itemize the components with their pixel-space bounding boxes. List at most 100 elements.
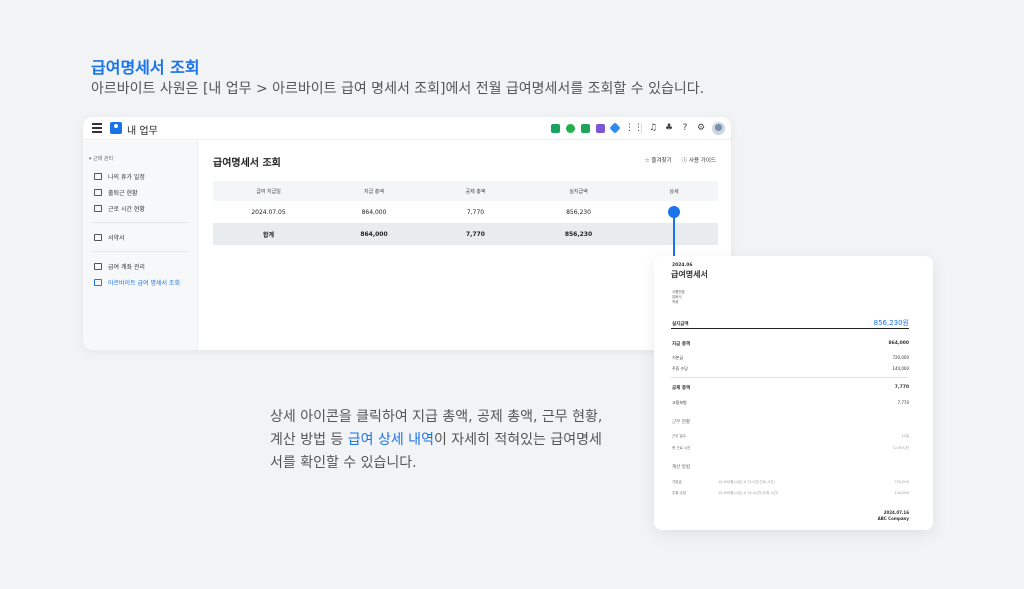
bankbook-icon: [94, 262, 102, 270]
apps-grid-icon[interactable]: ⋮⋮: [625, 123, 643, 133]
header-pay-date: 급여 지급일: [256, 188, 281, 195]
sidebar-item-salary-account[interactable]: 급여 계좌 관리: [83, 258, 197, 274]
gross-amount: 864,000: [888, 341, 910, 346]
header-gross: 지급 총액: [364, 188, 384, 195]
deduction-item-value: 7,770: [897, 400, 909, 405]
mail-icon[interactable]: [581, 123, 590, 133]
description-text-part: 이 자세히 적혀있는 급여명세: [433, 432, 602, 448]
menu-icon[interactable]: [92, 123, 102, 133]
gross-item: 주휴 수당 144,000: [672, 366, 909, 372]
table-row: 2024.07.05 864,000 7,770 856,230: [213, 201, 718, 223]
description-text-part: 계산 방법 등: [270, 432, 348, 448]
avatar[interactable]: [712, 121, 725, 135]
description-line: 서를 확인할 수 있습니다.: [270, 455, 417, 471]
gross-item-label: 주휴 수당: [672, 366, 688, 371]
calc-item: 기본급 10,000원(시급) X 72시간(근로 시간) 720,000: [672, 480, 909, 485]
guide-label: 사용 가이드: [688, 158, 716, 164]
monitor-icon: [94, 204, 102, 212]
sidebar-item-label: 출퇴근 현황: [108, 189, 138, 197]
slip-divider: [671, 328, 909, 329]
header-deduction: 공제 총액: [465, 188, 486, 195]
sidebar-divider: [92, 251, 188, 252]
description-line: 계산 방법 등 급여 상세 내역이 자세히 적혀있는 급여명세: [270, 429, 630, 452]
my-work-logo-icon: [110, 122, 122, 134]
gross-item-value: 144,000: [892, 366, 909, 371]
sidebar-item-label: 아르바이트 급여 명세서 조회: [108, 279, 180, 287]
summary-net: 856,230: [564, 230, 593, 238]
summary-label: 합계: [262, 231, 275, 239]
sidebar-item-vacation[interactable]: 나의 휴가 일정: [83, 168, 197, 184]
sidebar-item-label: 나의 휴가 일정: [108, 173, 145, 181]
net-label: 실지급액: [672, 322, 689, 327]
slip-period: 2024.06: [672, 263, 693, 268]
calc-item-value: 720,000: [894, 480, 909, 484]
notification-bell-icon[interactable]: ♫: [648, 123, 658, 133]
page-actions: ☆ 즐겨찾기 ⓘ 사용 가이드: [645, 156, 716, 164]
header-detail: 상세: [669, 188, 679, 195]
help-icon[interactable]: ?: [680, 123, 690, 133]
sidebar-item-label: 근로 시간 현황: [108, 205, 145, 213]
payslip-table: 급여 지급일 지급 총액 공제 총액 실지급액 상세 2024.07.05 86…: [213, 181, 718, 245]
calendar-app-icon[interactable]: [596, 123, 605, 133]
work-item-value: 72.00시간: [892, 446, 909, 450]
favorite-label: 즐겨찾기: [651, 158, 672, 164]
briefcase-icon: [94, 188, 102, 196]
gross-row: 지급 총액 864,000: [672, 341, 909, 347]
cell-gross: 864,000: [361, 208, 387, 216]
work-item: 총 근로 시간 72.00시간: [672, 446, 909, 451]
sidebar-item-payslip[interactable]: 아르바이트 급여 명세서 조회: [83, 274, 197, 290]
user-guide-button[interactable]: ⓘ 사용 가이드: [682, 156, 716, 164]
sidebar-item-attendance[interactable]: 출퇴근 현황: [83, 184, 197, 200]
work-item: 근무 일수 12일: [672, 434, 909, 439]
work-item-label: 총 근로 시간: [672, 446, 691, 450]
net-amount: 856,230원: [873, 319, 909, 327]
description-line: 상세 아이콘을 클릭하여 지급 총액, 공제 총액, 근무 현황,: [270, 409, 603, 425]
app-icon-1[interactable]: [551, 123, 560, 133]
header-net: 실지급액: [569, 188, 588, 195]
messenger-icon[interactable]: [566, 123, 575, 133]
gross-item: 기본급 720,000: [672, 355, 909, 361]
hero-subtitle: 아르바이트 사원은 [내 업무 > 아르바이트 급여 명세서 조회]에서 전월 …: [91, 81, 705, 97]
payslip-card: 2024.06 급여명세서 사원번호 입퇴사 직위 실지급액 856,230원 …: [654, 256, 933, 530]
drive-icon[interactable]: [609, 122, 621, 134]
settings-gear-icon[interactable]: ⚙: [696, 123, 706, 133]
organization-icon[interactable]: ♣: [664, 123, 674, 133]
sidebar-item-label: 서약서: [108, 234, 125, 242]
sidebar-group-label[interactable]: ▾ 근태 관리: [83, 155, 197, 162]
net-row: 실지급액 856,230원: [672, 318, 909, 328]
calendar-icon: [94, 172, 102, 180]
gross-item-value: 720,000: [892, 355, 909, 360]
deduction-amount: 7,770: [894, 385, 909, 390]
star-icon: ☆: [644, 158, 650, 164]
calc-item: 주휴 수당 10,000원(시급) X 14.4시간(주휴 시간) 144,00…: [672, 491, 909, 496]
app-window: 내 업무 ⋮⋮ ♫ ♣ ? ⚙ ▾ 근태 관리 나의 휴가 일정 출퇴근 현황 …: [83, 117, 731, 350]
top-bar: 내 업무 ⋮⋮ ♫ ♣ ? ⚙: [83, 117, 731, 140]
description-highlight: 급여 상세 내역: [347, 432, 434, 448]
deduction-item: 고용보험 7,770: [672, 400, 909, 406]
sidebar-item-work-hours[interactable]: 근로 시간 현황: [83, 200, 197, 216]
meta-position: 직위: [672, 300, 679, 305]
deduction-label: 공제 총액: [672, 386, 691, 391]
edit-document-icon: [94, 233, 102, 241]
payslip-icon: [94, 278, 102, 286]
callout-line: [673, 216, 675, 258]
sidebar-group-text: 근태 관리: [93, 156, 114, 162]
toolbar-divider: [641, 122, 642, 134]
slip-divider: [671, 377, 909, 378]
deduction-item-label: 고용보험: [672, 400, 687, 405]
table-header: 급여 지급일 지급 총액 공제 총액 실지급액 상세: [213, 181, 718, 201]
calc-item-label: 주휴 수당: [672, 491, 686, 495]
page-title: 급여명세서 조회: [213, 158, 281, 169]
cell-pay-date: 2024.07.05: [251, 208, 286, 216]
gross-label: 지급 총액: [672, 342, 691, 347]
sidebar-item-label: 급여 계좌 관리: [108, 263, 145, 271]
summary-deduction: 7,770: [466, 230, 485, 238]
table-summary-row: 합계 864,000 7,770 856,230: [213, 223, 718, 245]
info-icon: ⓘ: [681, 158, 688, 164]
sidebar-item-pledge[interactable]: 서약서: [83, 229, 197, 245]
favorite-button[interactable]: ☆ 즐겨찾기: [645, 156, 672, 164]
main-content: 급여명세서 조회 ☆ 즐겨찾기 ⓘ 사용 가이드 급여 지급일 지급 총액 공제…: [213, 141, 718, 350]
sidebar-divider: [92, 222, 188, 223]
slip-title: 급여명세서: [671, 270, 708, 279]
gross-item-label: 기본급: [672, 355, 684, 360]
